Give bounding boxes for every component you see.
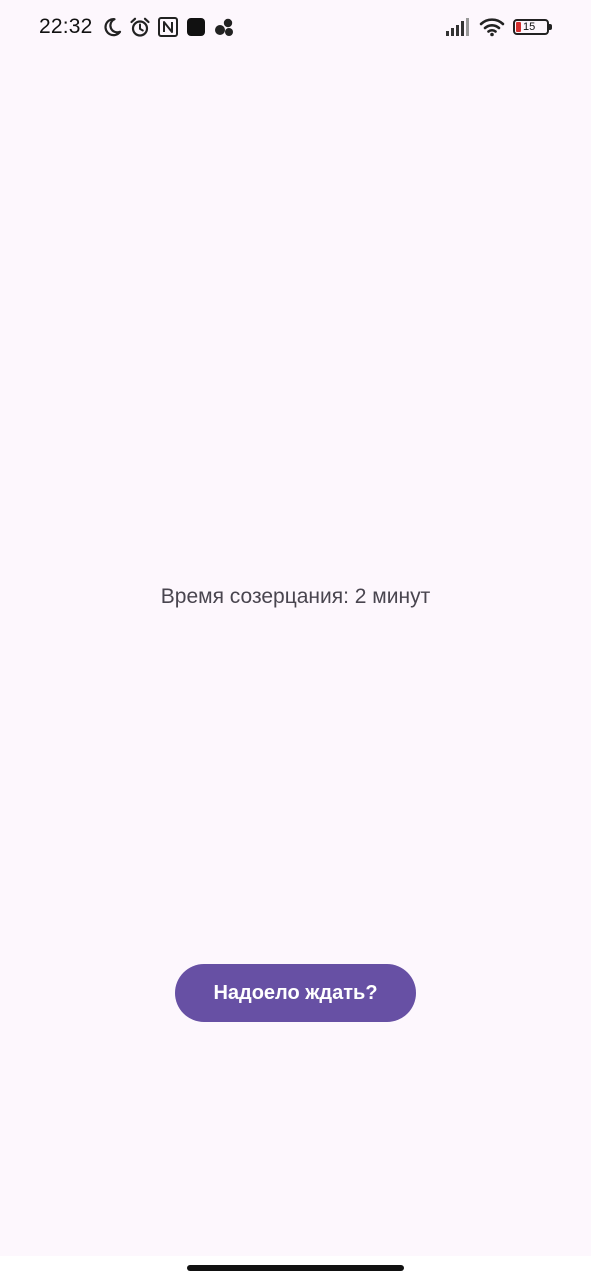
status-right-group: 15 bbox=[445, 15, 552, 39]
tired-of-waiting-button[interactable]: Надоело ждать? bbox=[175, 964, 416, 1022]
home-indicator[interactable] bbox=[187, 1265, 404, 1271]
nfc-icon bbox=[157, 16, 179, 38]
moon-icon bbox=[101, 16, 123, 38]
status-time: 22:32 bbox=[39, 15, 93, 38]
battery-level-fill bbox=[516, 22, 521, 32]
app-dots-icon bbox=[213, 16, 235, 38]
wifi-icon bbox=[479, 17, 505, 37]
battery-icon: 15 bbox=[513, 19, 552, 35]
alarm-icon bbox=[129, 16, 151, 38]
signal-icon bbox=[445, 17, 471, 37]
battery-level-text: 15 bbox=[523, 21, 536, 33]
contemplation-time-text: Время созерцания: 2 минут bbox=[160, 585, 431, 608]
app-square-icon bbox=[185, 16, 207, 38]
status-bar: 22:32 15 bbox=[0, 0, 591, 56]
status-left-group: 22:32 bbox=[39, 14, 235, 40]
